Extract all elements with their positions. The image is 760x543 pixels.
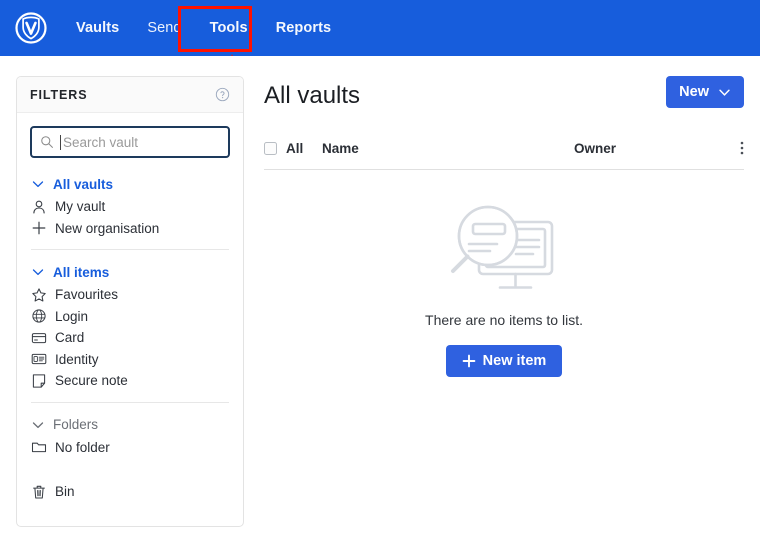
search-row: Search vault: [17, 113, 243, 158]
plus-icon: [32, 221, 46, 235]
search-input[interactable]: Search vault: [30, 126, 230, 158]
new-button[interactable]: New: [666, 76, 744, 108]
folders-filter-group: Folders No folder: [17, 413, 243, 459]
nav-item-reports[interactable]: Reports: [262, 12, 346, 44]
empty-state-message: There are no items to list.: [425, 312, 583, 328]
sidebar-item-label: Identity: [55, 351, 99, 367]
select-all-checkbox[interactable]: [264, 141, 277, 155]
table-options-button[interactable]: [726, 140, 744, 156]
vault-shield-logo-icon: [15, 12, 47, 44]
main-content: All vaults New All Name Owner There are …: [264, 76, 744, 377]
nav-links: Vaults Send Tools Reports: [62, 12, 345, 44]
chevron-down-icon: [32, 269, 44, 276]
sidebar-item-favourites[interactable]: Favourites: [17, 284, 243, 306]
select-all-cell[interactable]: All: [264, 141, 322, 156]
chevron-down-icon: [32, 181, 44, 188]
folder-icon: [31, 442, 47, 453]
sidebar-item-my-vault[interactable]: My vault: [17, 196, 243, 218]
search-icon: [41, 136, 53, 148]
items-filter-group: All items Favourites Login Card Identity…: [17, 260, 243, 392]
app-window: Vaults Send Tools Reports FILTERS Search…: [0, 0, 760, 543]
main-header: All vaults New: [264, 76, 744, 111]
id-card-icon: [31, 354, 47, 365]
credit-card-icon: [31, 332, 47, 343]
divider: [31, 401, 229, 403]
table-header-row: All Name Owner: [264, 137, 744, 159]
vertical-dots-icon: [740, 141, 744, 155]
sidebar-group-label: Folders: [53, 417, 99, 432]
new-item-button-label: New item: [482, 353, 547, 369]
top-navigation-bar: Vaults Send Tools Reports: [0, 0, 760, 56]
divider: [31, 249, 229, 250]
sidebar-item-no-folder[interactable]: No folder: [17, 437, 243, 459]
globe-icon: [32, 309, 46, 323]
nav-item-vaults[interactable]: Vaults: [62, 12, 133, 44]
sidebar-item-label: Bin: [55, 484, 75, 500]
sidebar-item-secure-note[interactable]: Secure note: [17, 370, 243, 392]
sidebar-item-new-organisation[interactable]: New organisation: [17, 218, 243, 240]
trash-icon: [33, 485, 45, 499]
nav-item-tools[interactable]: Tools: [196, 12, 262, 44]
sidebar-item-card[interactable]: Card: [17, 327, 243, 349]
sidebar-item-label: New organisation: [55, 220, 160, 236]
sidebar-item-identity[interactable]: Identity: [17, 349, 243, 371]
plus-icon: [462, 354, 476, 368]
sidebar-item-label: Favourites: [55, 287, 119, 303]
filters-header: FILTERS: [17, 77, 243, 113]
sidebar-group-all-vaults[interactable]: All vaults: [17, 172, 243, 196]
filters-title: FILTERS: [30, 87, 88, 102]
filters-sidebar: FILTERS Search vault All vaults My vault…: [16, 76, 244, 527]
star-icon: [32, 288, 46, 302]
sidebar-item-login[interactable]: Login: [17, 306, 243, 328]
person-icon: [33, 200, 45, 214]
sidebar-group-folders[interactable]: Folders: [17, 413, 243, 437]
question-circle-icon[interactable]: [215, 87, 230, 102]
page-title: All vaults: [264, 82, 361, 109]
sidebar-group-label: All items: [53, 264, 110, 280]
empty-state: There are no items to list. New item: [264, 196, 744, 377]
search-placeholder: Search vault: [63, 134, 139, 150]
sidebar-item-label: Login: [55, 308, 89, 324]
app-logo[interactable]: [0, 12, 62, 44]
sidebar-item-label: No folder: [55, 439, 110, 455]
sidebar-item-bin[interactable]: Bin: [17, 481, 243, 503]
new-button-label: New: [679, 84, 709, 100]
nav-item-send[interactable]: Send: [133, 12, 195, 44]
new-item-button[interactable]: New item: [445, 345, 563, 377]
sidebar-group-label: All vaults: [53, 176, 114, 192]
chevron-down-icon: [719, 89, 730, 96]
text-caret: [60, 134, 61, 150]
select-all-label: All: [286, 140, 304, 156]
sidebar-item-label: Secure note: [55, 373, 128, 389]
note-icon: [32, 374, 46, 388]
chevron-down-icon: [32, 421, 44, 428]
sidebar-item-label: Card: [55, 330, 85, 346]
table-header-divider: [264, 169, 744, 170]
page-body: FILTERS Search vault All vaults My vault…: [0, 56, 760, 543]
vault-filter-group: All vaults My vault New organisation: [17, 172, 243, 239]
column-header-name[interactable]: Name: [322, 141, 574, 156]
column-header-owner[interactable]: Owner: [574, 141, 726, 156]
magnifier-over-monitor-icon: [451, 205, 554, 289]
sidebar-item-label: My vault: [55, 199, 106, 215]
sidebar-group-all-items[interactable]: All items: [17, 260, 243, 284]
